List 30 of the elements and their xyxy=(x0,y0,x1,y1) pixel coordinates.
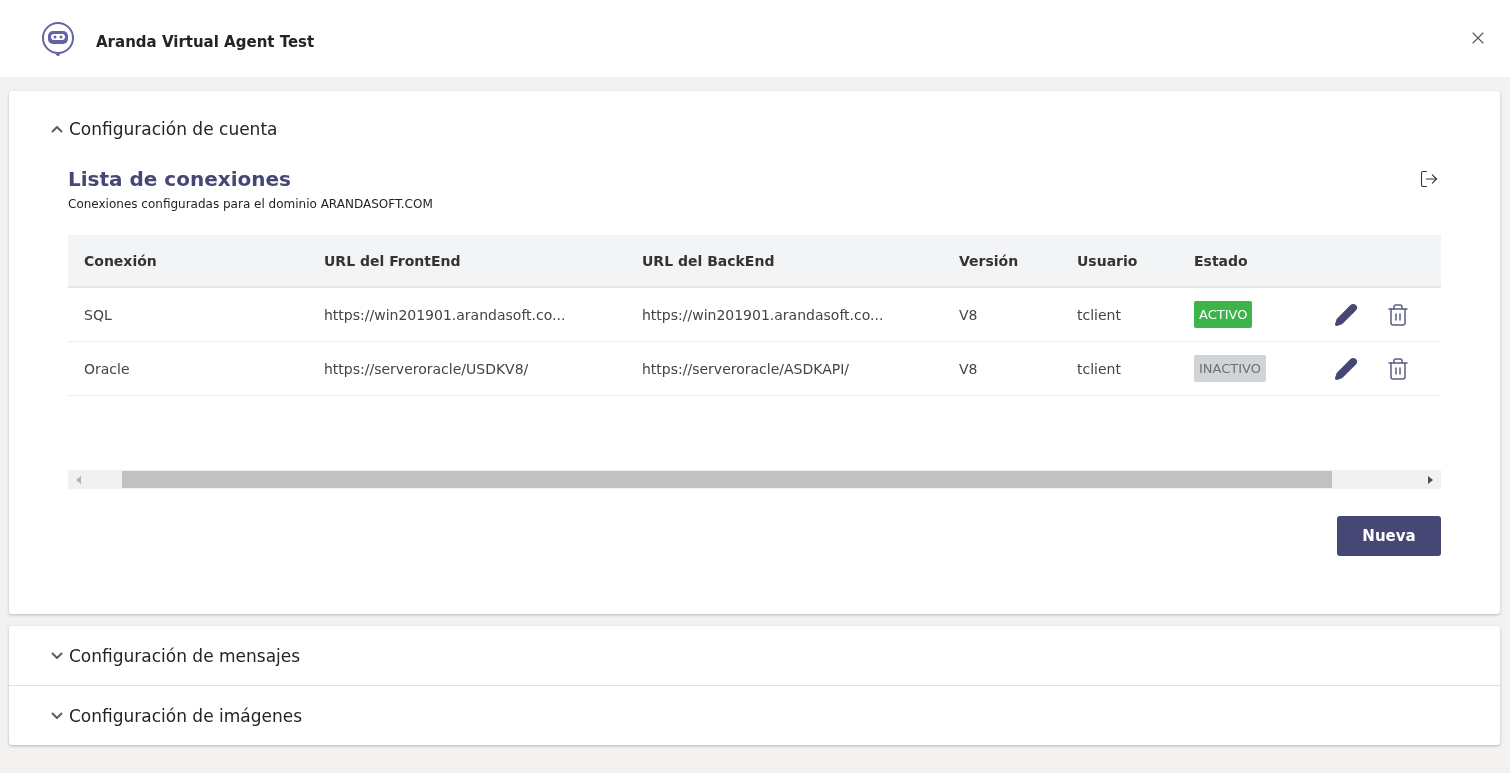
section-header[interactable]: Configuración de imágenes xyxy=(9,686,1500,745)
horizontal-scrollbar[interactable] xyxy=(68,470,1441,489)
column-header: Versión xyxy=(958,252,1020,269)
list-title: Lista de conexiones xyxy=(68,167,292,191)
window-title: Aranda Virtual Agent Test xyxy=(96,31,316,51)
column-header: Usuario xyxy=(1076,252,1139,269)
chevron-icon xyxy=(51,652,63,659)
column-header: URL del FrontEnd xyxy=(323,252,462,269)
chevron-icon xyxy=(51,125,63,133)
table-cell-text: https://serveroracle/USDKV8/ xyxy=(323,360,530,377)
column-header: Estado xyxy=(1193,252,1249,269)
table-cell-text: tclient xyxy=(1076,306,1122,323)
column-header: Conexión xyxy=(83,252,158,269)
list-subtitle: Conexiones configuradas para el dominio ARANDASOFT.COM xyxy=(68,197,433,211)
table-cell-text: https://win201901.arandasoft.co... xyxy=(641,306,885,323)
chevron-icon xyxy=(51,712,63,719)
table-cell-text: V8 xyxy=(958,360,979,377)
table-cell-text: Oracle xyxy=(83,360,131,377)
status-badge: ACTIVO xyxy=(1194,301,1253,328)
new-button[interactable]: Nueva xyxy=(1337,516,1441,556)
status-badge: INACTIVO xyxy=(1194,355,1266,382)
table-cell-text: https://serveroracle/ASDKAPI/ xyxy=(641,360,851,377)
table-cell-text: SQL xyxy=(83,306,113,323)
table-cell-text: tclient xyxy=(1076,360,1122,377)
table-cell-text: https://win201901.arandasoft.co... xyxy=(323,306,567,323)
table-cell-text: V8 xyxy=(958,306,979,323)
section-header[interactable]: Configuración de mensajes xyxy=(9,626,1500,685)
column-header: URL del BackEnd xyxy=(641,252,776,269)
section-header[interactable]: Configuración de cuenta xyxy=(9,91,1500,167)
robot-logo-icon xyxy=(40,20,76,57)
